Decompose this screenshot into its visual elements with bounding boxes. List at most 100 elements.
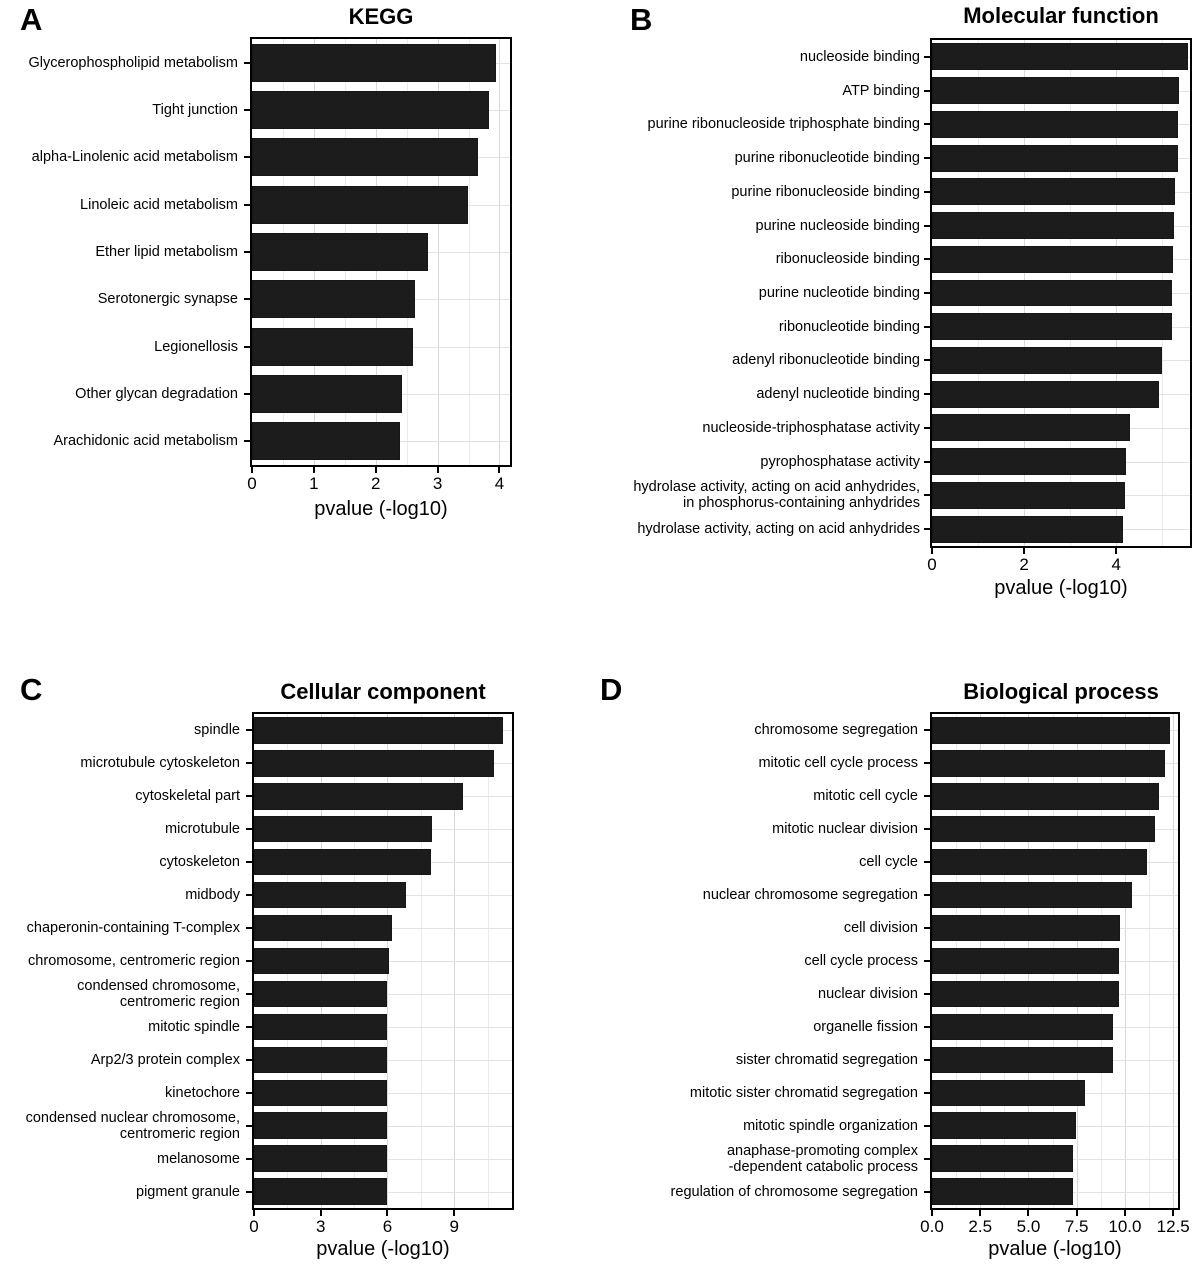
bar <box>254 980 388 1008</box>
panel-c-plot-area <box>252 712 514 1210</box>
category-label: mitotic nuclear division <box>772 821 918 838</box>
category-label: Linoleic acid metabolism <box>80 196 238 213</box>
y-tick-mark <box>924 393 930 396</box>
bar <box>932 448 1126 476</box>
category-label: Other glycan degradation <box>75 386 238 402</box>
category-label: Glycerophospholipid metabolism <box>28 54 238 71</box>
category-label: purine ribonucleoside binding <box>731 183 920 200</box>
y-tick-mark <box>924 795 930 798</box>
x-tick-mark <box>312 467 315 473</box>
bar <box>932 515 1124 543</box>
bar <box>254 914 392 942</box>
y-tick-mark <box>924 1058 930 1061</box>
bar <box>932 947 1120 975</box>
panel-b-category-labels: nucleoside binding ATP binding purine ribo… <box>600 0 920 537</box>
x-tick-mark <box>498 467 501 473</box>
panel-c-xaxis-title: pvalue (-log10) <box>316 1238 450 1260</box>
panel-b: B Molecular function nucleoside binding A… <box>600 0 1200 620</box>
category-label: alpha-Linolenic acid metabolism <box>31 149 238 166</box>
x-tick-label: 10.0 <box>1108 1217 1142 1236</box>
bar <box>254 947 390 975</box>
bar <box>254 1013 388 1041</box>
y-tick-mark <box>246 960 252 962</box>
y-tick-mark <box>246 762 252 765</box>
y-tick-mark <box>924 190 930 193</box>
x-tick-label: 7.5 <box>1064 1217 1089 1236</box>
x-tick-label: 9 <box>449 1217 459 1236</box>
category-label: ATP binding <box>842 82 920 99</box>
x-tick-mark <box>1115 548 1118 554</box>
y-tick-mark <box>246 861 252 864</box>
x-tick-label: 5.0 <box>1016 1217 1041 1236</box>
y-tick-mark <box>924 359 930 362</box>
panel-d-plot-area <box>930 712 1180 1210</box>
x-tick-label: 12.5 <box>1156 1217 1190 1236</box>
bar <box>932 380 1159 408</box>
x-tick-mark <box>251 467 253 473</box>
x-tick-mark <box>1123 1210 1126 1216</box>
x-tick-label: 4 <box>1111 555 1122 574</box>
panel-a-category-labels: Glycerophospholipid metabolism Tight junc… <box>0 0 238 470</box>
y-tick-mark <box>244 298 250 301</box>
y-tick-mark <box>246 1124 252 1127</box>
y-tick-mark <box>246 894 252 897</box>
bar <box>252 375 402 413</box>
category-label: mitotic spindle organization <box>743 1117 918 1134</box>
panel-c-title: Cellular component <box>280 679 486 704</box>
category-label: nucleoside binding <box>799 48 920 65</box>
category-label: condensed nuclear chromosome, centromeri… <box>25 1109 240 1142</box>
bar <box>254 717 504 744</box>
category-label: purine nucleoside binding <box>755 217 920 234</box>
y-tick-mark <box>244 203 250 206</box>
x-tick-mark <box>386 1210 389 1216</box>
bar <box>932 313 1172 341</box>
category-label: ribonucleotide binding <box>778 318 920 335</box>
bar <box>932 1079 1086 1106</box>
bar <box>254 750 495 777</box>
category-label: melanosome <box>156 1150 240 1167</box>
category-label: anaphase-promoting complex -dependent ca… <box>726 1142 918 1175</box>
y-tick-mark <box>246 1190 252 1193</box>
y-tick-mark <box>246 1091 252 1094</box>
bar <box>254 816 432 843</box>
y-tick-mark <box>246 729 252 732</box>
category-label: midbody <box>185 887 240 904</box>
y-tick-mark <box>924 1157 930 1160</box>
y-tick-mark <box>924 325 930 328</box>
category-label: adenyl ribonucleotide binding <box>732 352 920 369</box>
category-label: cell cycle <box>859 854 918 871</box>
bar <box>932 346 1163 374</box>
bar <box>254 881 407 909</box>
x-tick-label: 3 <box>432 474 443 493</box>
category-label: mitotic cell cycle <box>813 788 918 805</box>
x-tick-mark <box>979 1210 982 1216</box>
y-tick-mark <box>246 828 252 831</box>
x-tick-label: 2.5 <box>968 1217 993 1236</box>
bar <box>254 849 431 876</box>
category-label: adenyl nucleotide binding <box>756 386 920 403</box>
category-label: Serotonergic synapse <box>97 291 238 308</box>
bar <box>252 43 497 82</box>
bar <box>932 245 1174 273</box>
category-label: purine ribonucleotide binding <box>734 150 920 167</box>
category-label: Tight junction <box>152 102 238 118</box>
y-tick-mark <box>244 345 250 348</box>
bar <box>932 279 1173 307</box>
x-tick-label: 0.0 <box>920 1217 944 1236</box>
y-tick-mark <box>924 89 930 92</box>
y-tick-mark <box>246 992 252 995</box>
y-tick-mark <box>924 292 930 294</box>
y-tick-mark <box>924 258 930 261</box>
x-tick-label: 4 <box>494 474 505 493</box>
x-tick-mark <box>436 467 439 473</box>
bar <box>254 1079 388 1106</box>
x-tick-label: 1 <box>309 474 319 493</box>
x-tick-label: 2 <box>1019 555 1029 574</box>
category-label: Ether lipid metabolism <box>95 244 238 260</box>
panel-c: C Cellular component spindle microtubule … <box>0 670 600 1281</box>
x-tick-mark <box>374 467 377 473</box>
y-tick-mark <box>924 1025 930 1028</box>
y-tick-mark <box>924 762 930 765</box>
x-tick-label: 2 <box>371 474 381 493</box>
y-tick-mark <box>246 1157 252 1160</box>
